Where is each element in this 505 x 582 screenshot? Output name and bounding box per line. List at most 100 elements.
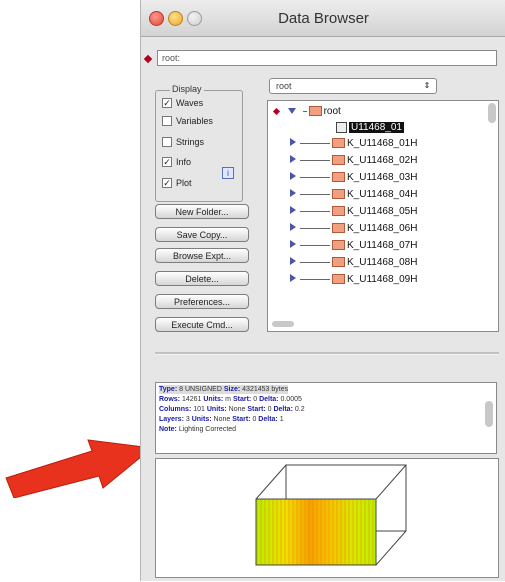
disclosure-closed-icon[interactable] xyxy=(290,257,296,265)
folder-label: K_U11468_05H xyxy=(347,206,418,217)
plot-checkbox[interactable]: ✓ Plot xyxy=(162,177,242,191)
panel-divider[interactable] xyxy=(155,352,499,355)
data-tree[interactable]: root U11468_01 K_U11468_01H K_U11468_02H… xyxy=(267,100,499,332)
browse-expt-button[interactable]: Browse Expt... xyxy=(155,248,249,263)
folder-icon xyxy=(332,155,345,166)
tree-folder-row[interactable]: K_U11468_09H xyxy=(290,273,417,287)
info-key: Size: xyxy=(223,386,241,393)
info-key: Start: xyxy=(232,416,251,423)
tree-folder-row[interactable]: K_U11468_08H xyxy=(290,256,417,270)
plot-preview xyxy=(155,458,499,578)
plot-label: Plot xyxy=(176,178,192,188)
tree-folder-row[interactable]: K_U11468_01H xyxy=(290,137,417,151)
info-key: Type: xyxy=(159,386,178,393)
folder-label: K_U11468_08H xyxy=(347,257,418,268)
info-key: Start: xyxy=(247,406,266,413)
data-browser-window: Data Browser root: Display ✓ Waves Varia… xyxy=(140,0,505,581)
disclosure-closed-icon[interactable] xyxy=(290,172,296,180)
tree-connector xyxy=(300,210,330,212)
folder-icon xyxy=(308,106,322,117)
info-columns-line: Columns: 101 Units: None Start: 0 Delta:… xyxy=(159,405,305,414)
info-key: Delta: xyxy=(273,406,293,413)
save-copy-button[interactable]: Save Copy... xyxy=(155,227,249,242)
disclosure-closed-icon[interactable] xyxy=(290,189,296,197)
new-folder-button[interactable]: New Folder... xyxy=(155,204,249,219)
tree-wave-row[interactable]: U11468_01 xyxy=(336,121,404,135)
info-key: Rows: xyxy=(159,396,180,403)
waves-checkbox[interactable]: ✓ Waves xyxy=(162,97,242,111)
info-value: 8 UNSIGNED xyxy=(179,386,222,393)
folder-label: K_U11468_03H xyxy=(347,172,418,183)
folder-label: K_U11468_02H xyxy=(347,155,418,166)
info-key: Note: xyxy=(159,426,177,433)
info-key: Units: xyxy=(191,416,212,423)
info-vertical-scrollbar[interactable] xyxy=(485,401,493,427)
info-key: Start: xyxy=(232,396,252,403)
info-rows-line: Rows: 14261 Units: m Start: 0 Delta: 0.0… xyxy=(159,395,302,404)
select-arrows-icon: ⇕ xyxy=(423,81,431,90)
folder-select[interactable]: root ⇕ xyxy=(269,78,437,94)
folder-icon xyxy=(332,172,345,183)
tree-connector xyxy=(300,278,330,280)
disclosure-closed-icon[interactable] xyxy=(290,138,296,146)
info-value: 3 xyxy=(185,416,190,423)
current-path-field[interactable]: root: xyxy=(157,50,497,66)
disclosure-closed-icon[interactable] xyxy=(290,206,296,214)
tree-horizontal-scrollbar[interactable] xyxy=(272,321,294,327)
plot-check-icon: ✓ xyxy=(162,178,172,188)
tree-folder-row[interactable]: K_U11468_07H xyxy=(290,239,417,253)
tree-connector xyxy=(300,244,330,246)
execute-cmd-button[interactable]: Execute Cmd... xyxy=(155,317,249,332)
title-bar: Data Browser xyxy=(141,0,505,37)
disclosure-closed-icon[interactable] xyxy=(290,240,296,248)
display-group-label: Display xyxy=(170,84,204,94)
disclosure-closed-icon[interactable] xyxy=(290,155,296,163)
variables-checkbox[interactable]: Variables xyxy=(162,115,242,129)
tree-folder-row[interactable]: K_U11468_03H xyxy=(290,171,417,185)
current-folder-marker-icon xyxy=(143,54,153,64)
path-row: root: xyxy=(143,50,500,68)
info-type-line: Type: 8 UNSIGNED Size: 4321453 bytes xyxy=(159,385,289,394)
tree-connector xyxy=(300,142,330,144)
info-value: None xyxy=(213,416,231,423)
tree-connector xyxy=(300,261,330,263)
disclosure-closed-icon[interactable] xyxy=(290,223,296,231)
folder-icon xyxy=(332,223,345,234)
tree-folder-row[interactable]: K_U11468_06H xyxy=(290,222,417,236)
info-value: 0.0005 xyxy=(280,396,302,403)
window-title: Data Browser xyxy=(278,10,369,27)
strings-label: Strings xyxy=(176,137,205,147)
info-value: m xyxy=(225,396,232,403)
folder-icon xyxy=(332,189,345,200)
info-panel: Type: 8 UNSIGNED Size: 4321453 bytes Row… xyxy=(155,382,497,454)
cube-edge xyxy=(375,530,407,566)
info-value: 101 xyxy=(193,406,205,413)
info-value: None xyxy=(228,406,246,413)
tree-connector xyxy=(300,193,330,195)
folder-icon xyxy=(332,138,345,149)
tree-folder-row[interactable]: K_U11468_05H xyxy=(290,205,417,219)
info-key: Delta: xyxy=(258,416,278,423)
tree-connector xyxy=(300,227,330,229)
disclosure-closed-icon[interactable] xyxy=(290,274,296,282)
preferences-button[interactable]: Preferences... xyxy=(155,294,249,309)
folder-label: K_U11468_04H xyxy=(347,189,418,200)
folder-icon xyxy=(332,257,345,268)
tree-root-row[interactable]: root xyxy=(272,105,341,119)
disclosure-open-icon[interactable] xyxy=(287,108,296,115)
tree-vertical-scrollbar[interactable] xyxy=(488,103,496,123)
strings-checkbox[interactable]: Strings xyxy=(162,136,242,150)
info-key: Units: xyxy=(206,406,227,413)
folder-icon xyxy=(332,206,345,217)
cube-edge xyxy=(375,464,407,500)
info-layers-line: Layers: 3 Units: None Start: 0 Delta: 1 xyxy=(159,415,284,424)
tree-folder-row[interactable]: K_U11468_02H xyxy=(290,154,417,168)
image-texture xyxy=(256,499,376,565)
tree-folder-row[interactable]: K_U11468_04H xyxy=(290,188,417,202)
strings-box-icon xyxy=(162,137,172,147)
cube-edge xyxy=(255,464,287,500)
display-group: Display ✓ Waves Variables Strings ✓ Info… xyxy=(155,84,243,202)
delete-button[interactable]: Delete... xyxy=(155,271,249,286)
waves-label: Waves xyxy=(176,98,204,108)
current-folder-marker-icon xyxy=(272,107,281,115)
